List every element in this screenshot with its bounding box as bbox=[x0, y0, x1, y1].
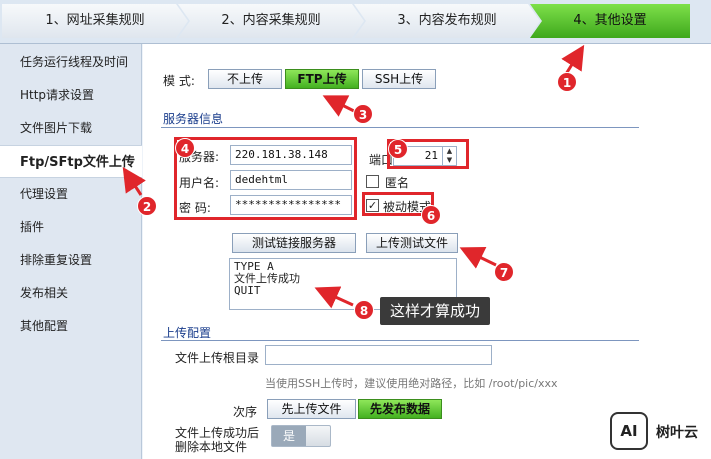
settings-panel: 模 式: 不上传 FTP上传 SSH上传 服务器信息 服务器: 220.181.… bbox=[143, 44, 711, 459]
annotation-badge-6: 6 bbox=[421, 205, 441, 225]
server-section-divider bbox=[161, 127, 639, 128]
step-other-settings[interactable]: 4、其他设置 bbox=[530, 4, 690, 38]
mode-ssh-button[interactable]: SSH上传 bbox=[362, 69, 436, 89]
sidebar-item-http[interactable]: Http请求设置 bbox=[0, 79, 141, 112]
step-publish-rules[interactable]: 3、内容发布规则 bbox=[354, 4, 540, 38]
annotation-badge-2: 2 bbox=[137, 196, 157, 216]
ssh-path-hint: 当使用SSH上传时，建议使用绝对路径，比如 /root/pic/xxx bbox=[265, 377, 558, 390]
sidebar-item-ftp-upload[interactable]: Ftp/SFtp文件上传 bbox=[0, 145, 142, 178]
sidebar-item-proxy[interactable]: 代理设置 bbox=[0, 178, 141, 211]
order-publish-first-button[interactable]: 先发布数据 bbox=[358, 399, 442, 419]
sidebar-item-threads[interactable]: 任务运行线程及时间 bbox=[0, 46, 141, 79]
watermark-text: 树叶云 bbox=[656, 425, 698, 441]
delete-local-label-line2: 删除本地文件 bbox=[175, 440, 248, 454]
delete-local-toggle[interactable]: 是 bbox=[271, 425, 331, 447]
step-content-rules[interactable]: 2、内容采集规则 bbox=[178, 4, 364, 38]
sidebar-item-other[interactable]: 其他配置 bbox=[0, 310, 141, 343]
toggle-on-label: 是 bbox=[272, 426, 306, 446]
annotation-badge-7: 7 bbox=[494, 262, 514, 282]
wizard-steps: 1、网址采集规则 2、内容采集规则 3、内容发布规则 4、其他设置 bbox=[0, 0, 711, 44]
success-callout: 这样才算成功 bbox=[380, 297, 491, 325]
root-dir-input[interactable] bbox=[265, 345, 492, 365]
annotation-badge-3: 3 bbox=[353, 104, 373, 124]
order-label: 次序 bbox=[233, 405, 258, 419]
step-url-rules[interactable]: 1、网址采集规则 bbox=[2, 4, 188, 38]
upload-section-title: 上传配置 bbox=[163, 326, 212, 340]
root-dir-label: 文件上传根目录 bbox=[175, 351, 260, 365]
annotation-box-credentials bbox=[174, 137, 357, 220]
test-connect-button[interactable]: 测试链接服务器 bbox=[232, 233, 356, 253]
sidebar-item-plugins[interactable]: 插件 bbox=[0, 211, 141, 244]
anonymous-label: 匿名 bbox=[385, 176, 410, 190]
sidebar-item-download[interactable]: 文件图片下载 bbox=[0, 112, 141, 145]
upload-section-divider bbox=[161, 340, 639, 341]
anonymous-checkbox[interactable] bbox=[366, 175, 379, 188]
watermark: AI 树叶云 bbox=[610, 412, 711, 452]
annotation-badge-5: 5 bbox=[388, 139, 408, 159]
mode-label: 模 式: bbox=[163, 74, 195, 88]
annotation-badge-4: 4 bbox=[175, 138, 195, 158]
mode-none-button[interactable]: 不上传 bbox=[208, 69, 282, 89]
mode-ftp-button[interactable]: FTP上传 bbox=[285, 69, 359, 89]
sidebar: 任务运行线程及时间 Http请求设置 文件图片下载 Ftp/SFtp文件上传 代… bbox=[0, 44, 142, 459]
sidebar-item-dedup[interactable]: 排除重复设置 bbox=[0, 244, 141, 277]
sidebar-item-publish[interactable]: 发布相关 bbox=[0, 277, 141, 310]
annotation-badge-1: 1 bbox=[557, 72, 577, 92]
annotation-badge-8: 8 bbox=[354, 300, 374, 320]
watermark-logo-icon: AI bbox=[610, 412, 648, 450]
server-section-title: 服务器信息 bbox=[163, 112, 224, 126]
upload-test-button[interactable]: 上传测试文件 bbox=[366, 233, 458, 253]
order-upload-first-button[interactable]: 先上传文件 bbox=[267, 399, 356, 419]
